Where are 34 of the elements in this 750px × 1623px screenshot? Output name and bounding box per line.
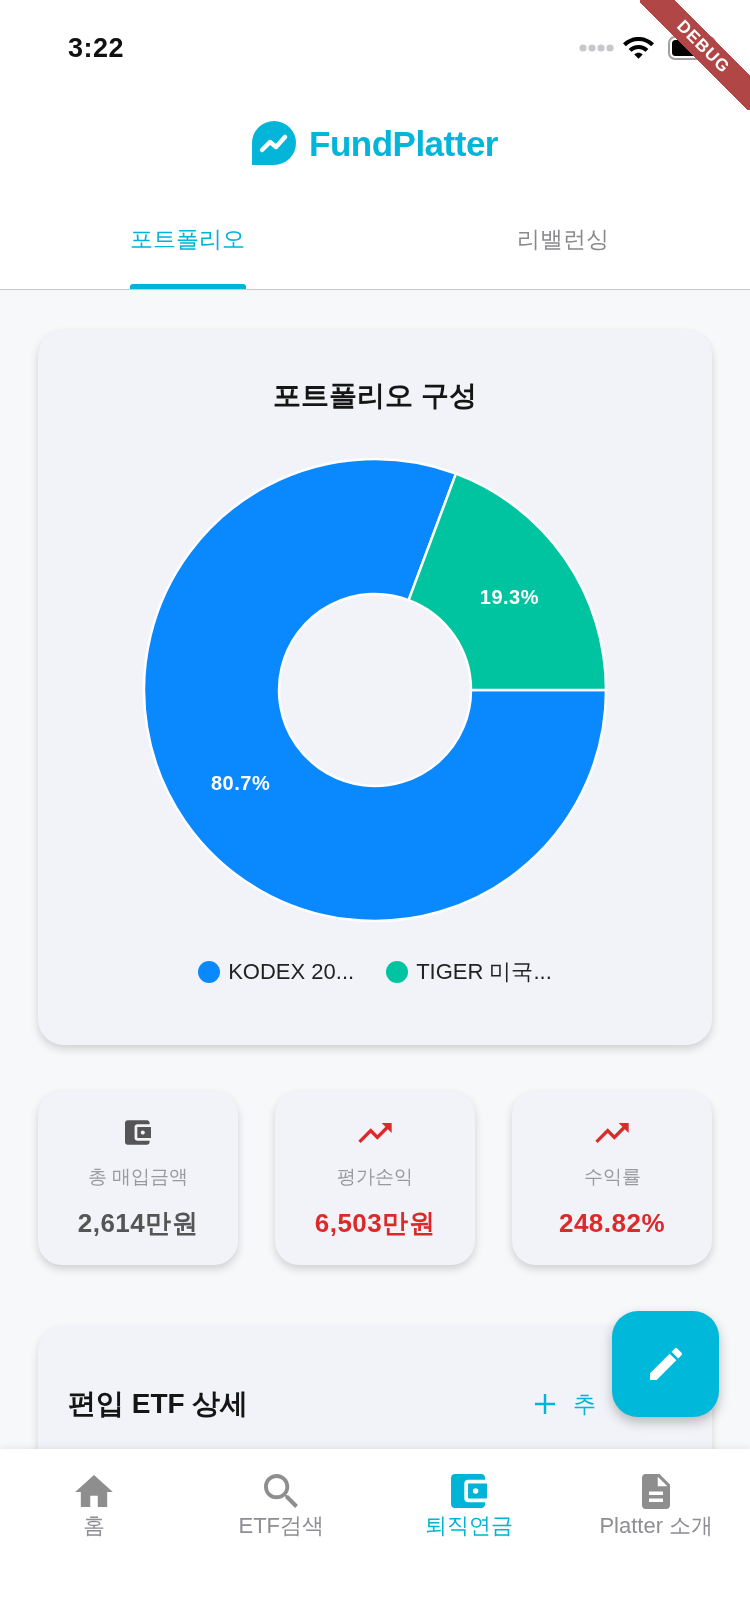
wallet-icon [125,1120,151,1145]
stat-label: 총 매입금액 [87,1165,189,1189]
home-icon [74,1475,113,1507]
stat-value: 2,614만원 [77,1207,199,1239]
stat-label: 수익률 [583,1165,641,1189]
stat-value: 6,503만원 [314,1207,436,1239]
signal-dots-icon [579,44,615,52]
plus-icon [535,1394,555,1414]
wallet-icon [450,1474,487,1508]
logo-text: FundPlatter [309,125,498,161]
add-button[interactable]: 추 [535,1389,596,1419]
edit-button[interactable] [612,1311,719,1417]
legend-label: TIGER 미국... [416,958,552,986]
section-title: 편입 ETF 상세 [68,1387,249,1421]
search-icon [264,1474,299,1508]
nav-tab[interactable]: Platter 소개 [562,1449,750,1543]
nav-tab[interactable]: ETF검색 [187,1449,375,1543]
wifi-icon [623,37,654,59]
value-label: 80.7% [211,772,271,795]
nav-tab[interactable]: 홈 [0,1449,188,1543]
trending-up-icon [358,1123,392,1143]
nav-tab[interactable]: 퇴직연금 [375,1449,563,1543]
card-title: 포트폴리오 구성 [273,379,477,413]
stat-label: 평가손익 [337,1165,413,1189]
document-icon [642,1473,671,1509]
status-time: 3:22 [68,34,125,62]
tab[interactable]: 리밸런싱 [375,190,750,289]
value-label: 19.3% [479,585,539,608]
pencil-icon [649,1348,682,1380]
tab[interactable]: 포트폴리오 [0,190,375,289]
trending-up-icon [595,1123,629,1143]
legend-label: KODEX 20... [228,958,355,986]
stat-value: 248.82% [558,1207,666,1239]
logo-icon [252,121,296,165]
